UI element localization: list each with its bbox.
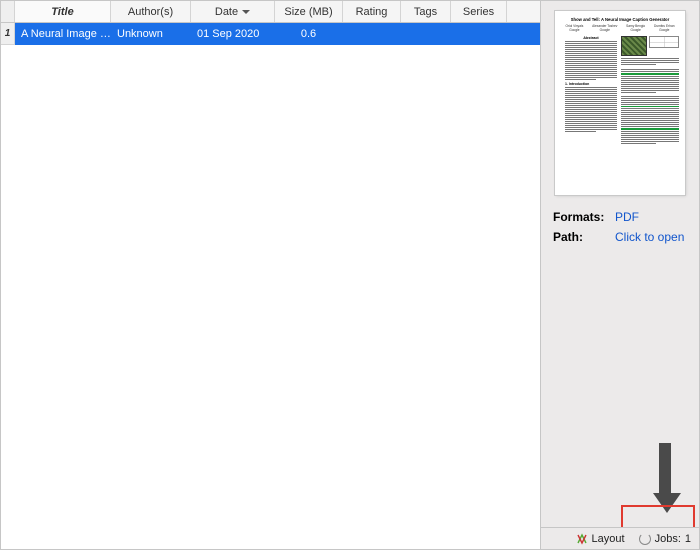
table-header-row: Title Author(s) Date Size (MB) Rating Ta… xyxy=(1,1,540,23)
col-header-rating[interactable]: Rating xyxy=(343,1,401,22)
meta-formats-label: Formats: xyxy=(553,207,615,227)
meta-row-formats: Formats: PDF xyxy=(553,207,687,227)
layout-button[interactable]: Layout xyxy=(576,533,625,545)
col-header-series-label: Series xyxy=(463,6,494,18)
cover-preview-wrap: Show and Tell: A Neural Image Caption Ge… xyxy=(541,1,699,203)
book-details-panel: Show and Tell: A Neural Image Caption Ge… xyxy=(541,1,699,549)
preview-paper-title: Show and Tell: A Neural Image Caption Ge… xyxy=(555,17,685,22)
col-header-date[interactable]: Date xyxy=(191,1,275,22)
preview-author: Samy Bengio Google xyxy=(622,25,650,32)
cell-author[interactable]: Unknown xyxy=(111,23,191,45)
meta-row-path: Path: Click to open xyxy=(553,227,687,247)
row-number: 1 xyxy=(1,23,15,45)
status-bar: Layout Jobs: 1 xyxy=(541,527,699,549)
meta-formats-link[interactable]: PDF xyxy=(615,207,639,227)
jobs-spinner-icon xyxy=(639,533,651,545)
app-window: Title Author(s) Date Size (MB) Rating Ta… xyxy=(0,0,700,550)
row-number-header xyxy=(1,1,15,22)
cell-tail xyxy=(507,23,540,45)
table-row[interactable]: 1 A Neural Image … Unknown 01 Sep 2020 0… xyxy=(1,23,540,45)
cell-tags[interactable] xyxy=(401,23,451,45)
col-header-author[interactable]: Author(s) xyxy=(111,1,191,22)
preview-author: Oriol Vinyals Google xyxy=(561,25,588,32)
preview-authors: Oriol Vinyals Google Alexander Toshev Go… xyxy=(555,25,685,32)
meta-path-label: Path: xyxy=(553,227,615,247)
col-header-title-label: Title xyxy=(51,6,73,18)
cover-preview[interactable]: Show and Tell: A Neural Image Caption Ge… xyxy=(555,11,685,195)
layout-label: Layout xyxy=(592,533,625,545)
annotation-arrow-icon xyxy=(653,443,677,513)
col-header-tags-label: Tags xyxy=(414,6,437,18)
col-header-title[interactable]: Title xyxy=(15,1,111,22)
jobs-count: 1 xyxy=(685,533,691,545)
table-body[interactable]: 1 A Neural Image … Unknown 01 Sep 2020 0… xyxy=(1,23,540,549)
preview-author: Dumitru Erhan Google xyxy=(650,25,679,32)
layout-icon xyxy=(576,533,588,545)
preview-author: Alexander Toshev Google xyxy=(588,25,622,32)
meta-path-link[interactable]: Click to open xyxy=(615,227,684,247)
col-header-author-label: Author(s) xyxy=(128,6,173,18)
preview-table-thumb xyxy=(649,36,679,48)
col-header-tags[interactable]: Tags xyxy=(401,1,451,22)
col-header-series[interactable]: Series xyxy=(451,1,507,22)
preview-col-right xyxy=(621,36,679,145)
sort-indicator-icon xyxy=(242,10,250,14)
library-table-panel: Title Author(s) Date Size (MB) Rating Ta… xyxy=(1,1,541,549)
book-metadata: Formats: PDF Path: Click to open xyxy=(541,203,699,252)
preview-abstract-heading: Abstract xyxy=(565,36,617,40)
col-header-rating-label: Rating xyxy=(356,6,388,18)
jobs-label: Jobs: xyxy=(655,533,681,545)
preview-body: Abstract 1. Introduction xyxy=(555,32,685,145)
preview-section-heading: 1. Introduction xyxy=(565,82,617,86)
cell-series[interactable] xyxy=(451,23,507,45)
col-header-size[interactable]: Size (MB) xyxy=(275,1,343,22)
preview-figure-thumb xyxy=(621,36,647,56)
jobs-indicator[interactable]: Jobs: 1 xyxy=(639,533,691,545)
cell-rating[interactable] xyxy=(343,23,401,45)
col-header-size-label: Size (MB) xyxy=(284,6,332,18)
col-header-tail xyxy=(507,1,540,22)
cell-date[interactable]: 01 Sep 2020 xyxy=(191,23,275,45)
preview-col-left: Abstract 1. Introduction xyxy=(565,36,617,145)
cell-title[interactable]: A Neural Image … xyxy=(15,23,111,45)
col-header-date-label: Date xyxy=(215,6,238,18)
cell-size[interactable]: 0.6 xyxy=(275,23,343,45)
